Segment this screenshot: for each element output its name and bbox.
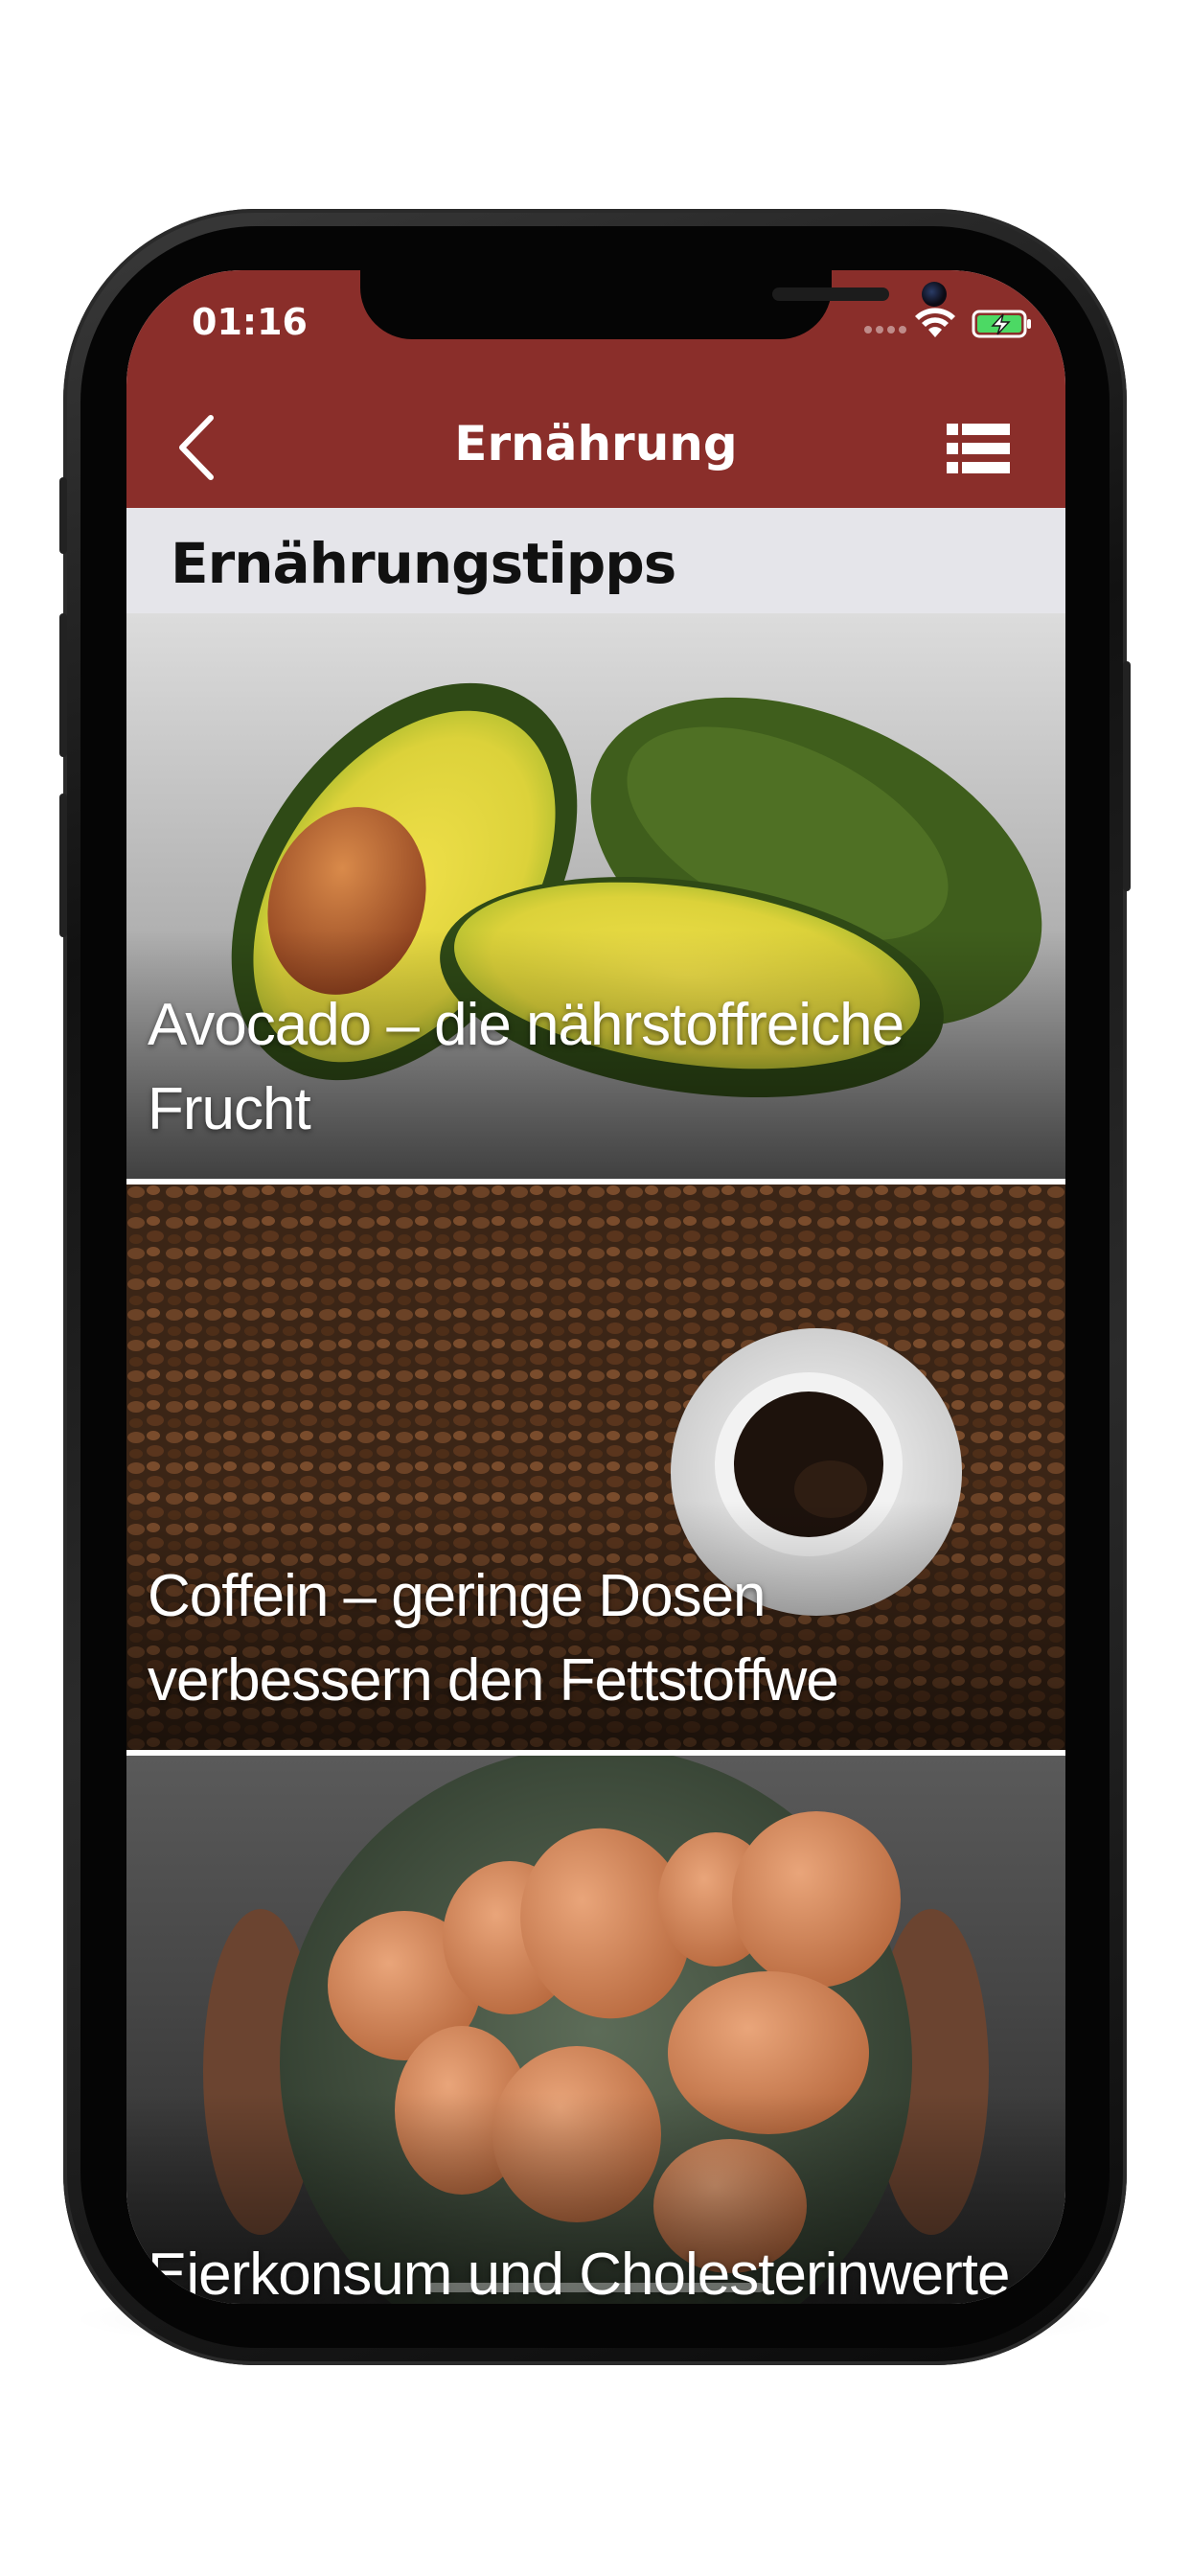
volume-up-button [59, 613, 67, 757]
wifi-icon [915, 308, 955, 337]
home-indicator [427, 2283, 765, 2292]
article-card-eggs[interactable]: Eierkonsum und Cholesterinwerte [126, 1756, 1065, 2304]
article-card-coffee[interactable]: Coffein – geringe Dosen verbessern den F… [126, 1184, 1065, 1750]
section-header: Ernährungstipps [126, 508, 1065, 613]
article-card-avocado[interactable]: Avocado – die nährstoffreiche Frucht [126, 613, 1065, 1179]
article-title: Coffein – geringe Dosen verbessern den F… [148, 1563, 839, 1714]
device-notch [360, 270, 947, 339]
list-icon[interactable] [947, 424, 1010, 473]
battery-charging-icon [972, 310, 1031, 338]
cellular-signal-icon [864, 326, 912, 334]
mute-switch [59, 477, 67, 554]
app-screen: 01:16 Ernährung Ernährungstipps Avocado … [126, 270, 1065, 2304]
page-title: Ernährung [454, 416, 738, 472]
speaker-grille [772, 288, 889, 301]
page: 01:16 Ernährung Ernährungstipps Avocado … [0, 0, 1190, 2576]
volume-down-button [59, 794, 67, 937]
section-title: Ernährungstipps [171, 531, 676, 596]
front-camera [922, 282, 947, 307]
article-title: Eierkonsum und Cholesterinwerte [148, 2242, 1010, 2304]
power-button [1123, 661, 1131, 891]
article-title: Avocado – die nährstoffreiche Frucht [148, 992, 904, 1142]
app-header: 01:16 Ernährung [126, 270, 1065, 508]
status-time: 01:16 [192, 301, 308, 343]
